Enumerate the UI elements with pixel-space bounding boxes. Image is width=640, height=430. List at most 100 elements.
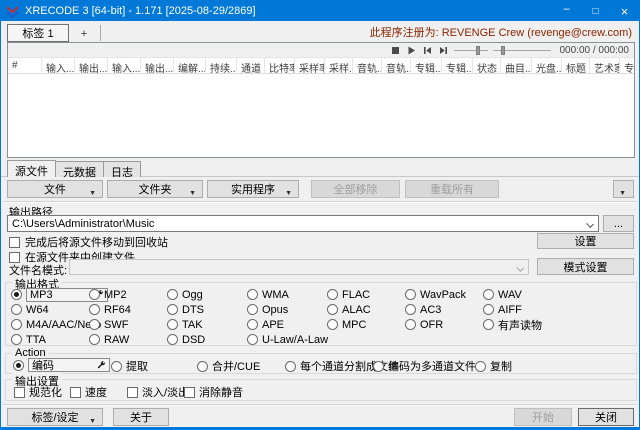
table-column-header[interactable]: 输入... <box>42 58 75 73</box>
radio-icon <box>197 361 208 372</box>
format-option[interactable]: RF64 <box>89 302 131 317</box>
format-option[interactable]: AC3 <box>405 302 466 317</box>
table-column-header[interactable]: 音轨... <box>353 58 382 73</box>
table-column-header[interactable]: 标题 <box>562 58 590 73</box>
format-option[interactable]: MP2 <box>89 287 131 302</box>
table-column-header[interactable]: 采样率 <box>295 58 325 73</box>
radio-icon <box>483 319 494 330</box>
folder-menu-button[interactable]: 文件夹 <box>107 180 203 198</box>
format-option[interactable]: ALAC <box>327 302 371 317</box>
action-option[interactable]: 编码为多通道文件 <box>373 358 476 374</box>
output-setting-checkbox[interactable]: 规范化 <box>14 384 62 400</box>
next-track-icon[interactable] <box>438 46 449 55</box>
wrench-icon[interactable] <box>97 361 106 370</box>
session-tab[interactable]: 标签 1 <box>7 24 69 42</box>
window-title: XRECODE 3 [64-bit] - 1.171 [2025-08-29/2… <box>25 5 256 17</box>
table-column-header[interactable]: 状态 <box>473 58 501 73</box>
table-column-header[interactable]: 通道 <box>237 58 265 73</box>
table-column-header[interactable]: 艺术家 <box>590 58 620 73</box>
output-setting-checkbox[interactable]: 淡入/淡出 <box>127 384 189 400</box>
radio-icon <box>327 319 338 330</box>
path-settings-button[interactable]: 设置 <box>537 233 634 249</box>
table-column-header[interactable]: 音轨... <box>382 58 411 73</box>
pattern-settings-button[interactable]: 模式设置 <box>537 258 634 275</box>
format-option[interactable]: U-Law/A-Law <box>247 332 328 347</box>
maximize-button[interactable] <box>581 1 610 21</box>
format-option[interactable]: TAK <box>167 317 205 332</box>
more-options-button[interactable] <box>613 180 634 198</box>
format-column: OggDTSTAKDSD <box>167 287 205 347</box>
action-option[interactable]: 编码 <box>13 358 110 372</box>
panel-tab[interactable]: 日志 <box>103 161 141 177</box>
move-to-recycle-checkbox[interactable]: 完成后将源文件移动到回收站 <box>9 234 168 250</box>
stop-icon[interactable] <box>390 46 401 55</box>
output-path-combobox[interactable]: C:\Users\Administrator\Music <box>7 215 599 232</box>
format-option[interactable]: Opus <box>247 302 328 317</box>
format-option[interactable]: OFR <box>405 317 466 332</box>
format-option[interactable]: SWF <box>89 317 131 332</box>
table-column-header[interactable]: 比特率 <box>265 58 295 73</box>
action-option[interactable]: 合并/CUE <box>197 358 260 374</box>
utilities-menu-button[interactable]: 实用程序 <box>207 180 299 198</box>
format-option-label: RAW <box>104 334 129 346</box>
format-option[interactable]: APE <box>247 317 328 332</box>
start-button: 开始 <box>514 408 572 426</box>
radio-icon <box>475 361 486 372</box>
output-setting-checkbox[interactable]: 速度 <box>70 384 107 400</box>
format-option-label: AC3 <box>420 304 441 316</box>
previous-track-icon[interactable] <box>422 46 433 55</box>
table-column-header[interactable]: 专辑 <box>620 58 634 73</box>
volume-slider[interactable] <box>454 46 488 55</box>
format-option[interactable]: DTS <box>167 302 205 317</box>
reload-all-label: 重载所有 <box>430 181 474 197</box>
format-option[interactable]: DSD <box>167 332 205 347</box>
play-icon[interactable] <box>406 46 417 55</box>
table-column-header[interactable]: # <box>8 58 42 73</box>
separator-line <box>3 404 637 406</box>
table-column-header[interactable]: 光盘... <box>532 58 562 73</box>
table-body[interactable] <box>8 74 634 157</box>
add-tab-button[interactable]: + <box>75 26 93 41</box>
table-column-header[interactable]: 采样... <box>325 58 353 73</box>
close-dialog-button[interactable]: 关闭 <box>578 408 634 426</box>
table-column-header[interactable]: 专辑... <box>442 58 473 73</box>
seek-slider-thumb[interactable] <box>501 46 505 55</box>
action-option[interactable]: 提取 <box>111 358 148 374</box>
tabs-config-button[interactable]: 标签/设定 <box>7 408 103 426</box>
table-column-header[interactable]: 输入... <box>108 58 141 73</box>
format-option[interactable]: AIFF <box>483 302 542 317</box>
panel-tab[interactable]: 元数据 <box>55 161 104 177</box>
table-column-header[interactable]: 输出... <box>141 58 174 73</box>
format-option-label: SWF <box>104 319 128 331</box>
player-bar: 000:00 / 000:00 <box>8 43 634 58</box>
file-menu-button[interactable]: 文件 <box>7 180 103 198</box>
action-option-selected-box[interactable]: 编码 <box>28 358 110 372</box>
format-column: FLACALACMPC <box>327 287 371 332</box>
table-column-header[interactable]: 持续... <box>206 58 237 73</box>
app-icon <box>6 5 19 18</box>
close-button[interactable] <box>610 1 639 21</box>
output-setting-label: 淡入/淡出 <box>142 384 189 400</box>
seek-slider[interactable] <box>493 46 551 55</box>
about-button[interactable]: 关于 <box>113 408 169 426</box>
output-setting-checkbox[interactable]: 消除静音 <box>184 384 243 400</box>
table-column-header[interactable]: 输出... <box>75 58 108 73</box>
browse-button[interactable]: ... <box>603 215 634 232</box>
format-option[interactable]: WavPack <box>405 287 466 302</box>
minimize-button[interactable] <box>552 1 581 21</box>
table-column-header[interactable]: 曲目... <box>501 58 532 73</box>
format-option[interactable]: FLAC <box>327 287 371 302</box>
action-option-label: 编码为多通道文件 <box>388 358 476 374</box>
format-option[interactable]: 有声读物 <box>483 317 542 332</box>
format-option-label: RF64 <box>104 304 131 316</box>
panel-tab[interactable]: 源文件 <box>7 160 56 177</box>
format-option[interactable]: Ogg <box>167 287 205 302</box>
format-option[interactable]: WAV <box>483 287 542 302</box>
format-option[interactable]: WMA <box>247 287 328 302</box>
action-option[interactable]: 复制 <box>475 358 512 374</box>
format-option[interactable]: MPC <box>327 317 371 332</box>
format-option[interactable]: RAW <box>89 332 131 347</box>
table-column-header[interactable]: 编解... <box>174 58 206 73</box>
volume-slider-thumb[interactable] <box>476 46 480 55</box>
table-column-header[interactable]: 专辑... <box>411 58 442 73</box>
